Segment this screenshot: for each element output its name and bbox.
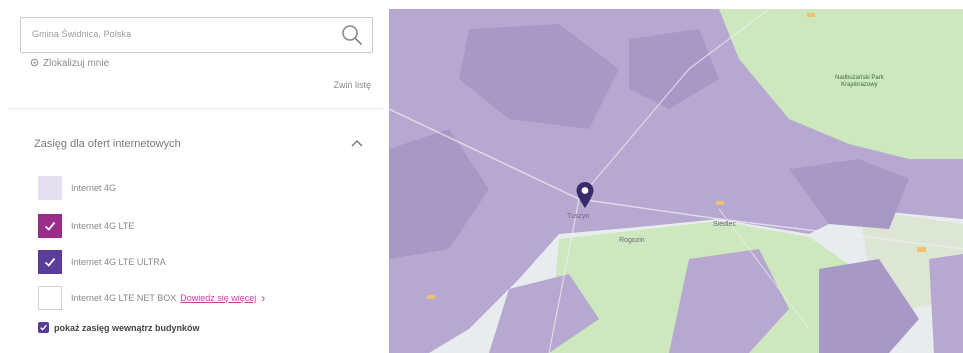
indoor-coverage-toggle[interactable]: pokaż zasięg wewnątrz budynków	[38, 322, 200, 333]
chevron-right-icon[interactable]: ›	[261, 291, 265, 305]
indoor-coverage-label: pokaż zasięg wewnątrz budynków	[54, 322, 200, 333]
map-place-label: Rogozin	[619, 237, 645, 244]
legend-item-internet-4g[interactable]: Internet 4G	[38, 176, 116, 200]
park-label: Nadbużański Park Krajobrazowy	[835, 75, 884, 89]
legend-checkbox[interactable]	[38, 286, 62, 310]
locate-me-label: Zlokalizuj mnie	[43, 58, 110, 69]
collapse-list-link[interactable]: Zwiń listę	[333, 80, 371, 90]
learn-more-link[interactable]: Dowiedz się więcej	[180, 293, 256, 303]
legend-label: Internet 4G LTE	[71, 221, 135, 231]
legend-item-internet-4g-lte-net-box[interactable]: Internet 4G LTE NET BOX Dowiedz się więc…	[38, 286, 265, 310]
legend-item-internet-4g-lte-ultra[interactable]: Internet 4G LTE ULTRA	[38, 250, 166, 274]
search-icon[interactable]	[340, 23, 364, 47]
locate-me-link[interactable]: Zlokalizuj mnie	[30, 58, 109, 69]
coverage-map[interactable]: Nadbużański Park Krajobrazowy Tuszyn Rog…	[389, 9, 963, 353]
map-place-label: Tuszyn	[567, 213, 590, 220]
park-label-line: Nadbużański Park	[835, 75, 884, 81]
legend-checkbox[interactable]	[38, 214, 62, 238]
location-pin-icon	[30, 58, 39, 67]
search-input[interactable]: Gmina Świdnica, Polska	[32, 29, 131, 39]
park-label-line: Krajobrazowy	[841, 82, 878, 88]
legend-label: Internet 4G	[71, 183, 117, 193]
map-place-label: Siedlec	[713, 221, 736, 228]
coverage-section-title[interactable]: Zasięg dla ofert internetowych	[34, 138, 181, 150]
legend-checkbox[interactable]	[38, 176, 62, 200]
indoor-coverage-checkbox[interactable]	[38, 322, 49, 333]
legend-item-internet-4g-lte[interactable]: Internet 4G LTE	[38, 214, 134, 238]
legend-checkbox[interactable]	[38, 250, 62, 274]
checkmark-icon	[40, 324, 47, 331]
map-pin-icon[interactable]	[575, 181, 595, 209]
coverage-sidebar: Gmina Świdnica, Polska Zlokalizuj mnie Z…	[0, 0, 383, 353]
legend-label: Internet 4G LTE NET BOX	[71, 293, 177, 303]
map-canvas[interactable]	[389, 9, 963, 353]
divider	[8, 108, 383, 109]
checkmark-icon	[44, 221, 56, 231]
location-search-field[interactable]: Gmina Świdnica, Polska	[20, 17, 373, 53]
checkmark-icon	[44, 257, 56, 267]
legend-label: Internet 4G LTE ULTRA	[71, 257, 166, 267]
chevron-up-icon[interactable]	[350, 138, 364, 148]
